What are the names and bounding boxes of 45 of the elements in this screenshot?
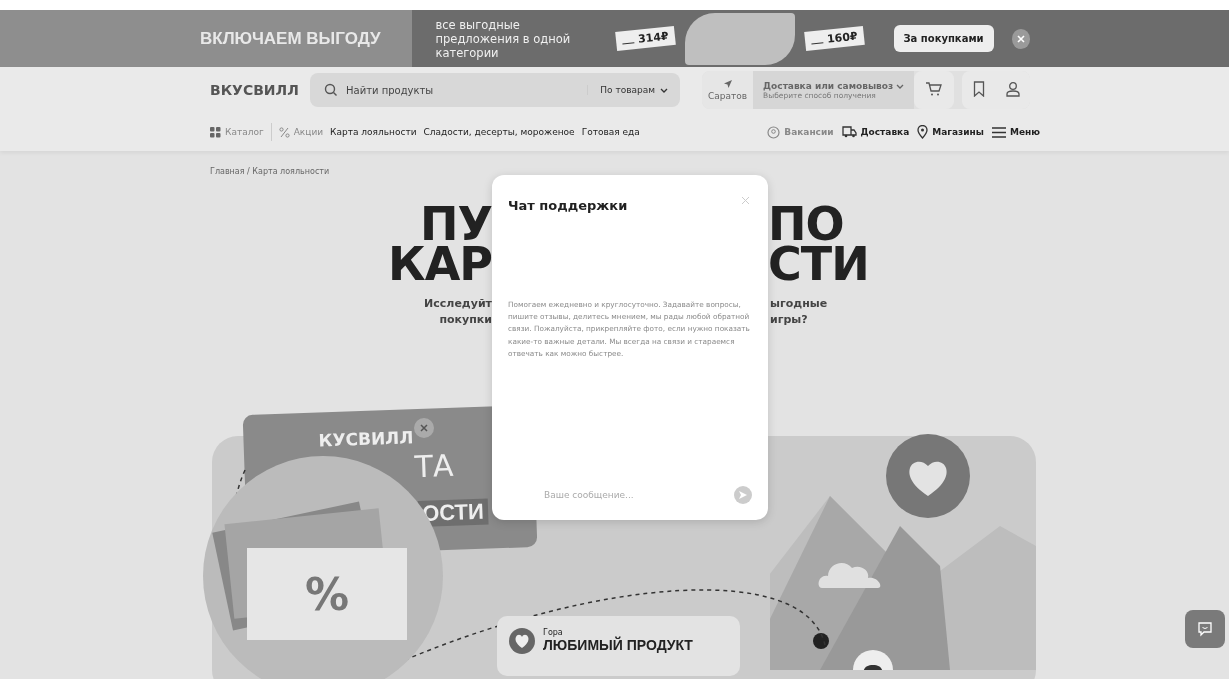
nav-link[interactable]: Доставка — [841, 126, 910, 138]
chat-icon — [1197, 621, 1213, 637]
shop-button[interactable]: За покупками — [893, 25, 994, 52]
hero-subtitle: покупки — [438, 312, 492, 328]
nav-link[interactable]: Сладости, десерты, мороженое — [423, 127, 575, 137]
close-icon — [414, 418, 434, 438]
price-tag: 314₽ — [615, 26, 676, 51]
truck-icon — [841, 126, 857, 138]
nav-link[interactable]: Магазины — [917, 125, 984, 139]
dialog-title: Чат поддержки — [508, 198, 628, 213]
close-icon[interactable] — [1011, 28, 1030, 49]
location-pin-icon — [917, 125, 929, 139]
price-tag: 160₽ — [804, 26, 865, 51]
search-field[interactable]: Найти продукты По товарам — [310, 73, 680, 107]
nav-link[interactable]: Готовая еда — [581, 127, 640, 137]
banner-title: ВКЛЮЧАЕМ ВЫГОДУ — [200, 28, 382, 49]
hero-title: СТИ — [768, 244, 870, 284]
city-button[interactable]: Саратов — [702, 71, 754, 109]
card-text: КУСВИЛЛ — [318, 427, 414, 451]
percent-sign: % — [304, 568, 350, 620]
nav-link[interactable]: Карта лояльности — [330, 127, 417, 137]
percent-icon — [278, 126, 290, 138]
chevron-down-icon — [896, 83, 905, 89]
hero-title: ПО — [768, 204, 844, 244]
chat-button[interactable] — [1185, 610, 1225, 648]
search-icon — [324, 83, 338, 97]
hero-subtitle: Исследуйт — [423, 296, 492, 312]
logo[interactable]: ВКУСВИЛЛ — [210, 82, 310, 98]
banner-text: все выгодные предложения в одной категории — [435, 17, 572, 60]
grid-icon — [210, 126, 221, 138]
hero-subtitle: игры? — [769, 312, 809, 328]
menu-icon — [991, 126, 1006, 138]
nav-link[interactable]: Меню — [991, 126, 1040, 138]
card-text: ТА — [413, 447, 454, 485]
place-title: ЛЮБИМЫЙ ПРОДУКТ — [543, 637, 693, 653]
filter-dropdown[interactable]: По товарам — [587, 85, 668, 95]
hero-title: КАР — [387, 244, 492, 284]
hero-subtitle: ыгодные — [769, 296, 829, 312]
person-circle-icon — [767, 125, 781, 139]
chevron-down-icon — [660, 87, 668, 93]
breadcrumb[interactable]: Главная / Карта лояльности — [210, 167, 1040, 176]
navigation-arrow-icon — [722, 79, 733, 89]
send-icon — [738, 490, 748, 500]
hero-title: ПУ — [420, 204, 492, 244]
place-label: Гора — [543, 628, 563, 637]
